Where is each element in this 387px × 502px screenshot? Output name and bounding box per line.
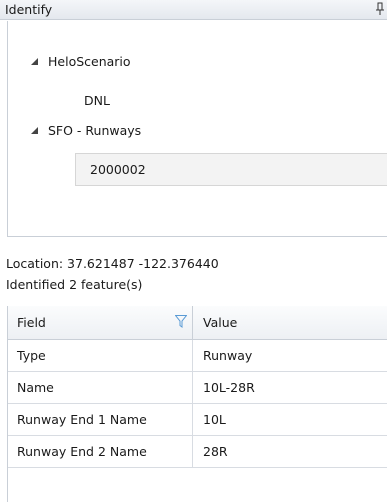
table-row[interactable]: Runway End 2 Name 28R [8,436,387,468]
table-row[interactable]: Type Runway [8,340,387,372]
cell-field: Runway End 2 Name [17,444,147,459]
column-header-value[interactable]: Value [203,315,237,330]
tree-node-label: DNL [84,93,110,108]
filter-icon[interactable] [175,315,187,328]
tree-node-label: HeloScenario [48,54,131,69]
column-header-field[interactable]: Field [17,315,46,330]
tree-node-label: 2000002 [90,162,146,177]
tree-node-label: SFO - Runways [48,123,142,138]
cell-value: 28R [203,444,228,459]
identify-tree: HeloScenario DNL SFO - Runways 2000002 [7,21,387,237]
cell-divider [192,340,193,371]
cell-divider [192,372,193,403]
cell-field: Name [17,380,54,395]
column-divider[interactable] [192,306,193,340]
cell-field: Runway End 1 Name [17,412,147,427]
expand-triangle-icon[interactable] [31,127,38,134]
attribute-grid: Field Value Type Runway Name 10L-28R Run… [7,306,387,502]
table-row[interactable]: Name 10L-28R [8,372,387,404]
identified-count-text: Identified 2 feature(s) [6,277,143,292]
location-text: Location: 37.621487 -122.376440 [6,256,219,271]
tree-node-feature-selected[interactable]: 2000002 [75,153,387,186]
cell-value: 10L-28R [203,380,255,395]
cell-divider [192,404,193,435]
grid-header: Field Value [8,306,387,340]
tree-node-feature[interactable]: DNL [84,92,110,110]
cell-value: Runway [203,348,253,363]
expand-triangle-icon[interactable] [31,58,38,65]
panel-title: Identify [5,2,53,17]
pin-icon[interactable] [376,2,384,16]
panel-title-bar: Identify [0,0,387,20]
cell-divider [192,436,193,467]
cell-value: 10L [203,412,226,427]
table-row[interactable]: Runway End 1 Name 10L [8,404,387,436]
cell-field: Type [17,348,46,363]
